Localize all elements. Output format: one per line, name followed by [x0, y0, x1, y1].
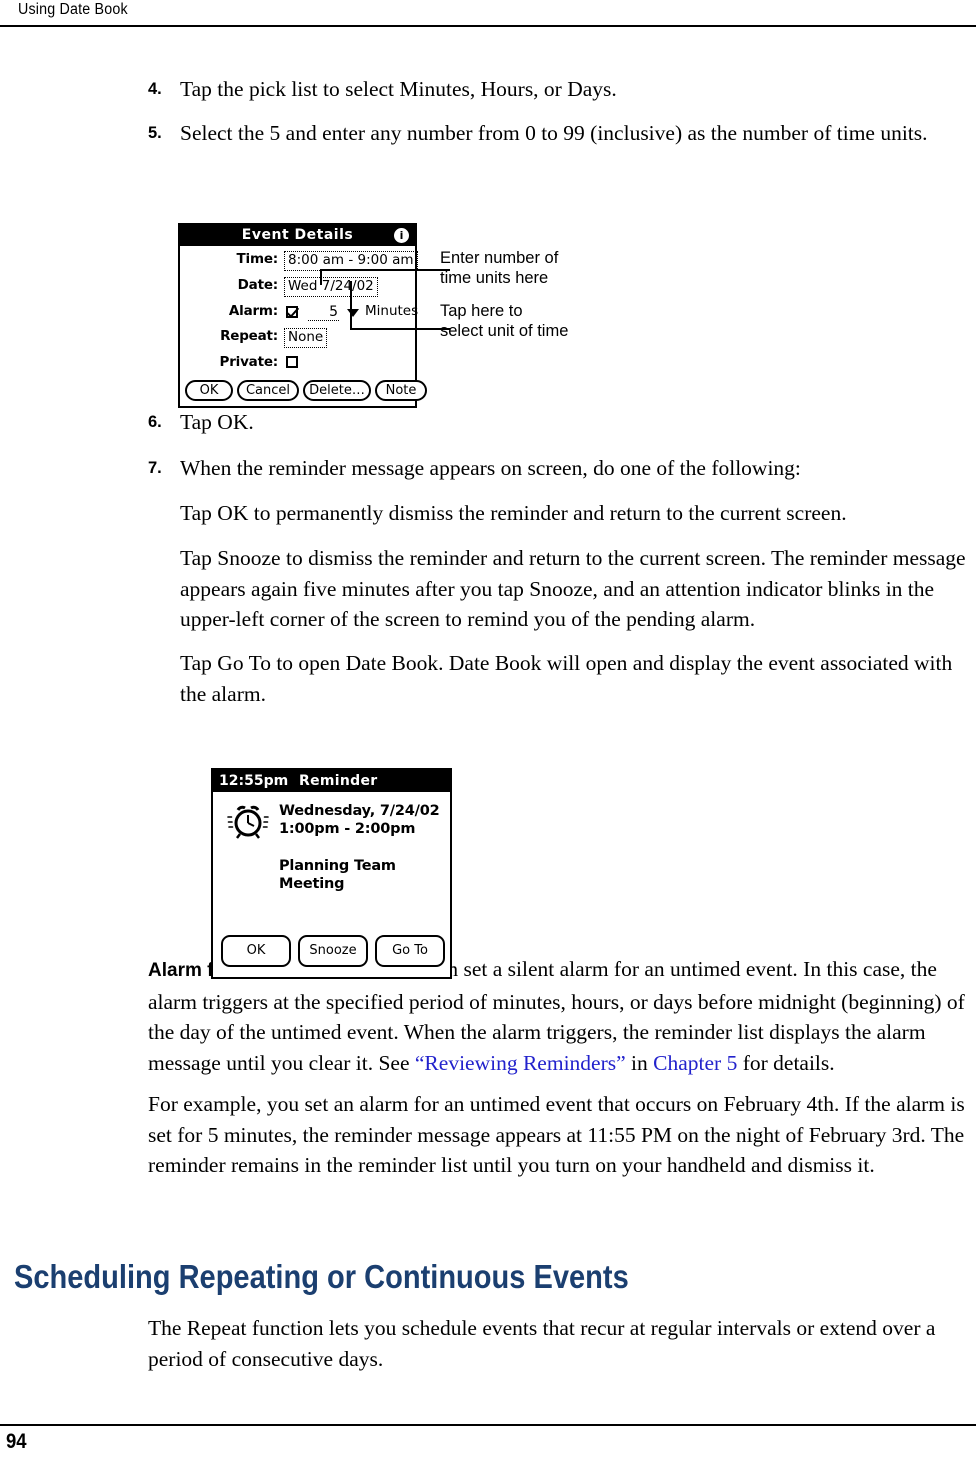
- step-text: Tap the pick list to select Minutes, Hou…: [180, 77, 617, 101]
- alarm-clock-icon: [227, 805, 269, 841]
- callout-leader-1-horizontal: [320, 269, 450, 272]
- callout-leader-2-horizontal: [350, 328, 450, 331]
- alarm-checkbox[interactable]: [286, 306, 298, 318]
- step-text: When the reminder message appears on scr…: [180, 456, 801, 480]
- note-button[interactable]: Note: [375, 380, 427, 401]
- footer-divider: [0, 1424, 976, 1426]
- page-content: 4. Tap the pick list to select Minutes, …: [0, 26, 976, 1400]
- repeat-label: Repeat:: [220, 328, 278, 344]
- callout-tap-here: Tap here to select unit of time: [440, 302, 569, 340]
- repeat-value-field[interactable]: None: [284, 328, 328, 348]
- paragraph-tap-ok: Tap OK to permanently dismiss the remind…: [180, 501, 847, 525]
- reminder-event-hours: 1:00pm - 2:00pm: [279, 821, 416, 837]
- date-value-field[interactable]: Wed 7/24/02: [284, 277, 378, 297]
- cancel-button[interactable]: Cancel: [237, 380, 299, 401]
- reminder-titlebar: 12:55pm Reminder: [213, 770, 450, 792]
- paragraph-repeat-intro: The Repeat function lets you schedule ev…: [148, 1316, 936, 1371]
- row-private: Private:: [180, 354, 415, 378]
- time-value-field[interactable]: 8:00 am - 9:00 am: [284, 251, 418, 271]
- step-number: 6.: [148, 413, 162, 431]
- private-checkbox[interactable]: [286, 356, 298, 368]
- running-header: Using Date Book: [0, 0, 976, 26]
- page-number: 94: [6, 1430, 27, 1453]
- alarm-unit-value[interactable]: Minutes: [365, 303, 418, 320]
- paragraph-example: For example, you set an alarm for an unt…: [148, 1092, 965, 1177]
- numbered-step-7: 7. When the reminder message appears on …: [148, 453, 976, 484]
- reminder-current-time: 12:55pm: [219, 773, 289, 789]
- paragraph-tap-snooze: Tap Snooze to dismiss the reminder and r…: [180, 546, 966, 631]
- row-repeat: Repeat: None: [180, 328, 415, 352]
- palm-dialog-event-details: Event Details i Time: 8:00 am - 9:00 am …: [178, 223, 427, 408]
- dialog-title: Event Details: [241, 227, 354, 243]
- ok-button[interactable]: OK: [221, 935, 291, 967]
- untimed-text-part2: in: [625, 1050, 654, 1075]
- goto-button[interactable]: Go To: [375, 935, 445, 967]
- paragraph-tap-goto: Tap Go To to open Date Book. Date Book w…: [180, 651, 953, 706]
- palm-dialog-reminder: 12:55pm Reminder Wednesday, 7/24/02 1:00…: [211, 768, 452, 979]
- section-heading: Scheduling Repeating or Continuous Event…: [14, 1258, 629, 1295]
- dialog-titlebar: Event Details i: [180, 225, 415, 246]
- snooze-button[interactable]: Snooze: [298, 935, 368, 967]
- numbered-step-4: 4. Tap the pick list to select Minutes, …: [148, 74, 976, 105]
- link-reviewing-reminders[interactable]: “Reviewing Reminders”: [415, 1051, 626, 1075]
- event-details-screenshot: Event Details i Time: 8:00 am - 9:00 am …: [178, 223, 427, 408]
- chevron-down-icon[interactable]: [347, 309, 359, 317]
- reminder-dialog-title: Reminder: [299, 773, 378, 789]
- step-number: 5.: [148, 124, 162, 142]
- numbered-step-6: 6. Tap OK.: [148, 407, 976, 438]
- step-number: 4.: [148, 80, 162, 98]
- alarm-number-input[interactable]: 5: [308, 304, 339, 321]
- reminder-screenshot: 12:55pm Reminder Wednesday, 7/24/02 1:00…: [211, 768, 452, 979]
- time-label: Time:: [236, 251, 279, 267]
- dialog-button-row: OK Cancel Delete… Note: [185, 380, 427, 401]
- reminder-event-subject: Planning Team Meeting: [279, 858, 396, 892]
- step-text: Tap OK.: [180, 410, 254, 434]
- reminder-event-date: Wednesday, 7/24/02: [279, 803, 440, 819]
- private-label: Private:: [219, 354, 279, 370]
- reminder-button-row: OK Snooze Go To: [221, 935, 446, 967]
- step-number: 7.: [148, 459, 162, 477]
- row-date: Date: Wed 7/24/02: [180, 277, 415, 301]
- alarm-label: Alarm:: [228, 303, 278, 319]
- info-icon[interactable]: i: [394, 228, 409, 243]
- callout-enter-number: Enter number of time units here: [440, 249, 559, 287]
- numbered-step-5: 5. Select the 5 and enter any number fro…: [148, 118, 976, 149]
- date-label: Date:: [237, 277, 279, 293]
- callout-leader-2-vertical: [350, 281, 353, 329]
- ok-button[interactable]: OK: [185, 380, 233, 401]
- step-text: Select the 5 and enter any number from 0…: [180, 121, 928, 145]
- running-head-text: Using Date Book: [18, 1, 128, 18]
- row-alarm: Alarm: 5 Minutes: [180, 303, 418, 327]
- untimed-text-part3: for details.: [737, 1050, 835, 1075]
- link-chapter-5[interactable]: Chapter 5: [653, 1051, 737, 1075]
- delete-button[interactable]: Delete…: [303, 380, 371, 401]
